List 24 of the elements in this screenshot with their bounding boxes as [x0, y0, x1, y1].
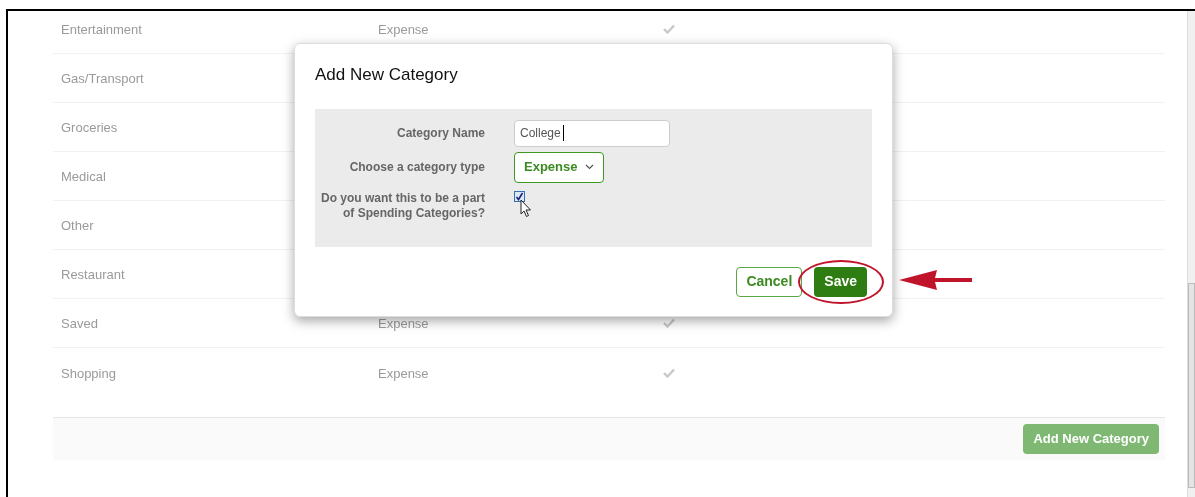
- category-type: Expense: [378, 365, 429, 381]
- category-name: Groceries: [61, 120, 118, 135]
- cancel-button[interactable]: Cancel: [736, 266, 803, 297]
- field-label: Choose a category type: [348, 159, 485, 176]
- category-name: Saved: [61, 316, 98, 331]
- category-name: Entertainment: [61, 22, 142, 37]
- category-name-field[interactable]: College: [514, 119, 670, 147]
- arrow-icon: [899, 268, 973, 292]
- field-label: Do you want this to be a part of Spending Categories?: [320, 190, 485, 221]
- category-name: Restaurant: [61, 267, 125, 282]
- dialog-title: Add New Category: [315, 64, 459, 86]
- field-label: Category Name: [395, 125, 485, 142]
- category-name: Shopping: [61, 365, 116, 381]
- save-button[interactable]: Save: [814, 266, 867, 297]
- category-name: Gas/Transport: [61, 71, 144, 86]
- category-type: Expense: [378, 316, 429, 331]
- category-name: Medical: [61, 169, 106, 184]
- category-type: Expense: [378, 22, 429, 37]
- category-name: Other: [61, 218, 94, 233]
- chevron-down-icon: [585, 164, 595, 170]
- scrollbar[interactable]: [1187, 11, 1195, 497]
- spending-checkbox[interactable]: [514, 190, 525, 202]
- category-type-dropdown[interactable]: Expense: [514, 151, 605, 183]
- cursor-icon: [520, 198, 532, 218]
